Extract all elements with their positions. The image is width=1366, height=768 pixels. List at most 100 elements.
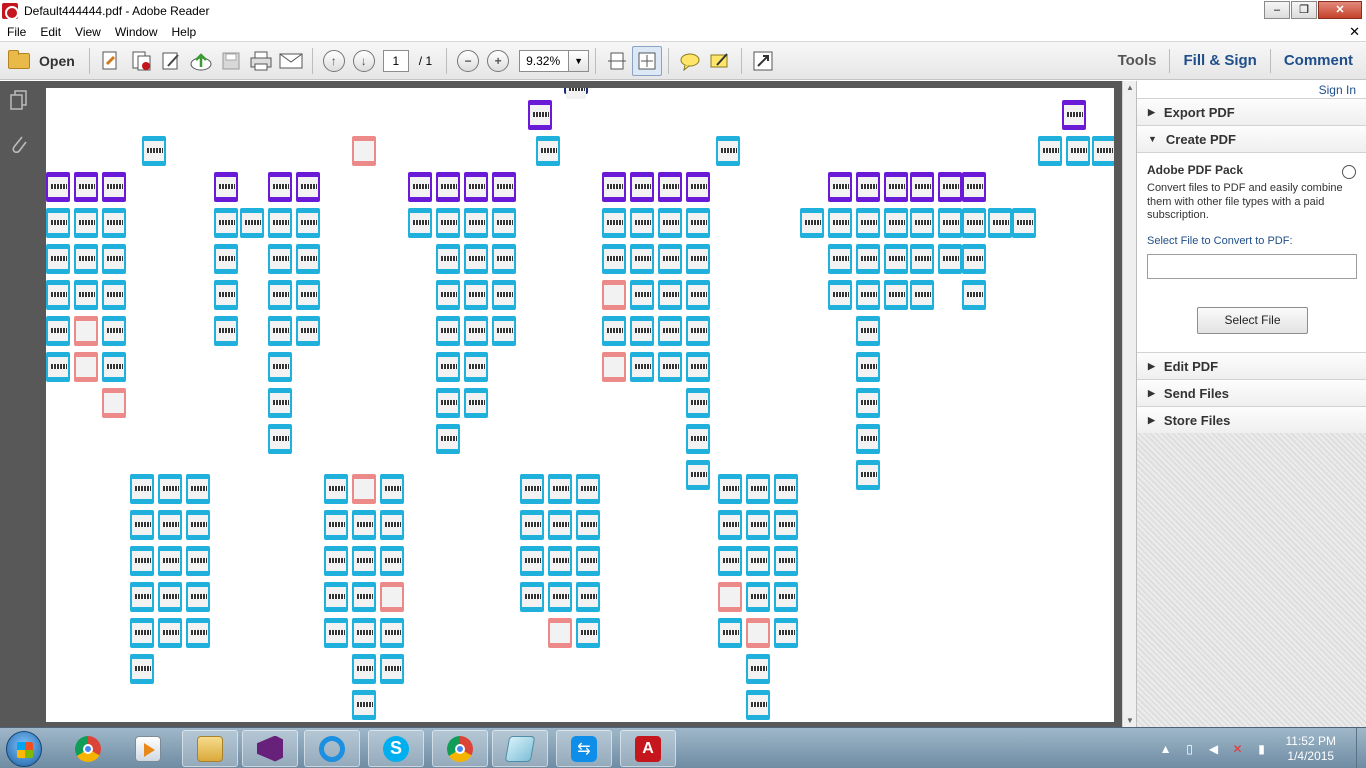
- edit-pdf-button[interactable]: [156, 46, 186, 76]
- attachment-icon[interactable]: [8, 133, 30, 155]
- document-close-button[interactable]: ✕: [1349, 24, 1360, 40]
- show-desktop-button[interactable]: [1356, 728, 1366, 768]
- chevron-down-icon: ▼: [1148, 134, 1157, 144]
- minimize-button[interactable]: –: [1264, 1, 1290, 19]
- org-chart-node: [548, 582, 572, 612]
- fit-page-button[interactable]: [602, 46, 632, 76]
- start-button[interactable]: [6, 731, 42, 767]
- previous-page-button[interactable]: ↑: [319, 46, 349, 76]
- org-chart-node: [856, 208, 880, 238]
- full-screen-button[interactable]: [748, 46, 778, 76]
- org-chart-node: [492, 280, 516, 310]
- print-button[interactable]: [246, 46, 276, 76]
- zoom-input[interactable]: 9.32%: [519, 49, 570, 72]
- section-send-files[interactable]: ▶ Send Files: [1137, 379, 1366, 406]
- tab-fill-sign[interactable]: Fill & Sign: [1169, 49, 1269, 73]
- org-chart-node: [158, 546, 182, 576]
- menu-help[interactable]: Help: [165, 25, 204, 39]
- open-button[interactable]: Open: [0, 46, 83, 76]
- taskbar-internet-explorer[interactable]: [304, 730, 360, 767]
- chevron-up-icon[interactable]: ▲: [1159, 742, 1173, 756]
- org-chart-node: [576, 546, 600, 576]
- tab-comment[interactable]: Comment: [1269, 49, 1366, 73]
- taskbar-skype[interactable]: S: [368, 730, 424, 767]
- org-chart-root-node: [564, 88, 588, 99]
- org-chart-node: [910, 208, 934, 238]
- restore-button[interactable]: ❐: [1291, 1, 1317, 19]
- org-chart-node: [464, 352, 488, 382]
- org-chart-node: [718, 582, 742, 612]
- org-chart-node: [240, 208, 264, 238]
- zoom-out-button[interactable]: −: [453, 46, 483, 76]
- taskbar-visual-studio[interactable]: [242, 730, 298, 767]
- org-chart-node: [464, 172, 488, 202]
- save-button[interactable]: [216, 46, 246, 76]
- org-chart-node: [686, 316, 710, 346]
- org-chart-node: [910, 244, 934, 274]
- create-pdf-button[interactable]: [96, 46, 126, 76]
- menu-edit[interactable]: Edit: [33, 25, 68, 39]
- org-chart-node: [46, 172, 70, 202]
- next-page-button[interactable]: ↓: [349, 46, 379, 76]
- taskbar-adobe-reader[interactable]: A: [620, 730, 676, 767]
- volume-icon[interactable]: ◀: [1207, 742, 1221, 756]
- create-pdf-panel: Adobe PDF Pack Convert files to PDF and …: [1137, 152, 1366, 352]
- org-chart-node: [296, 172, 320, 202]
- org-chart-node: [408, 172, 432, 202]
- combine-files-button[interactable]: [126, 46, 156, 76]
- document-viewport[interactable]: [38, 81, 1122, 727]
- org-chart-node: [938, 208, 962, 238]
- section-store-files[interactable]: ▶ Store Files: [1137, 406, 1366, 433]
- usb-icon[interactable]: ▯: [1183, 742, 1197, 756]
- org-chart-node: [130, 582, 154, 612]
- highlight-button[interactable]: [705, 46, 735, 76]
- taskbar-chrome[interactable]: [60, 730, 116, 767]
- taskbar-chrome-2[interactable]: [432, 730, 488, 767]
- org-chart-node: [746, 618, 770, 648]
- taskbar-teamviewer[interactable]: ⇆: [556, 730, 612, 767]
- file-path-input[interactable]: [1147, 253, 1357, 279]
- clock-time: 11:52 PM: [1285, 733, 1336, 748]
- org-chart-node: [130, 618, 154, 648]
- signal-icon[interactable]: ▮: [1255, 742, 1269, 756]
- org-chart-node: [158, 582, 182, 612]
- menu-window[interactable]: Window: [108, 25, 165, 39]
- section-create-pdf[interactable]: ▼ Create PDF: [1137, 125, 1366, 152]
- fit-width-button[interactable]: [632, 45, 663, 76]
- upload-cloud-button[interactable]: [186, 46, 216, 76]
- chevron-down-icon[interactable]: ▼: [569, 49, 590, 72]
- scroll-up-icon[interactable]: ▲: [1126, 83, 1134, 92]
- system-clock[interactable]: 11:52 PM 1/4/2015: [1286, 734, 1336, 764]
- menu-view[interactable]: View: [68, 25, 108, 39]
- menu-file[interactable]: File: [0, 25, 33, 39]
- visual-studio-icon: [257, 735, 283, 762]
- org-chart-node: [746, 654, 770, 684]
- page-thumbnails-icon[interactable]: [8, 89, 30, 111]
- page-number-input[interactable]: 1: [382, 49, 409, 72]
- scroll-down-icon[interactable]: ▼: [1126, 716, 1134, 725]
- tab-tools[interactable]: Tools: [1105, 49, 1170, 73]
- org-chart-node: [324, 510, 348, 540]
- section-edit-pdf[interactable]: ▶ Edit PDF: [1137, 352, 1366, 379]
- taskbar-file-explorer[interactable]: [182, 730, 238, 767]
- org-chart-node: [884, 208, 908, 238]
- org-chart-node: [268, 280, 292, 310]
- sign-in-link[interactable]: Sign In: [1137, 81, 1366, 98]
- internet-explorer-icon: [319, 735, 345, 762]
- zoom-in-button[interactable]: +: [483, 46, 513, 76]
- vertical-scrollbar[interactable]: ▲ ▼: [1122, 81, 1136, 727]
- network-error-icon[interactable]: ✕: [1231, 742, 1245, 756]
- section-export-pdf[interactable]: ▶ Export PDF: [1137, 98, 1366, 125]
- add-comment-button[interactable]: [675, 46, 705, 76]
- email-button[interactable]: [276, 46, 306, 76]
- taskbar-notepad[interactable]: [492, 730, 548, 767]
- close-button[interactable]: ✕: [1318, 1, 1362, 19]
- info-icon[interactable]: [1342, 165, 1356, 179]
- taskbar-media-player[interactable]: [120, 730, 176, 767]
- folder-icon: [8, 49, 30, 69]
- select-file-button[interactable]: Select File: [1197, 307, 1308, 334]
- zoom-selector[interactable]: 9.32% ▼: [519, 49, 590, 72]
- org-chart-node: [576, 510, 600, 540]
- org-chart-node: [658, 244, 682, 274]
- org-chart-node: [352, 546, 376, 576]
